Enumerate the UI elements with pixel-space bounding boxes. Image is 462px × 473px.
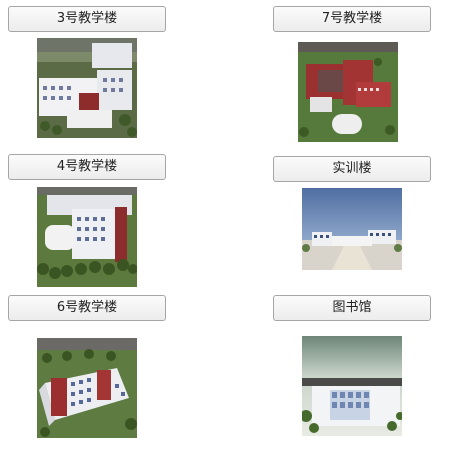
building-3-button[interactable]: 3号教学楼 — [8, 6, 166, 32]
building-3-thumbnail[interactable] — [37, 38, 137, 138]
building-gallery: 3号教学楼 7号教学楼 4号教学楼 实训楼 6号教学楼 图书馆 — [0, 0, 462, 473]
building-6-button[interactable]: 6号教学楼 — [8, 295, 166, 321]
training-building-button[interactable]: 实训楼 — [273, 156, 431, 182]
building-7-thumbnail[interactable] — [298, 42, 398, 142]
building-7-button[interactable]: 7号教学楼 — [273, 6, 431, 32]
building-4-thumbnail[interactable] — [37, 187, 137, 287]
training-building-thumbnail[interactable] — [302, 188, 402, 270]
building-6-thumbnail[interactable] — [37, 338, 137, 438]
library-thumbnail[interactable] — [302, 336, 402, 436]
building-4-button[interactable]: 4号教学楼 — [8, 154, 166, 180]
library-button[interactable]: 图书馆 — [273, 295, 431, 321]
